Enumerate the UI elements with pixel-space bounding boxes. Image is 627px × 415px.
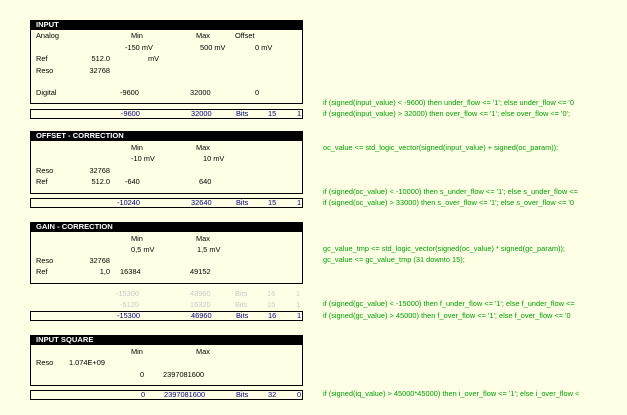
offset-sum-bits: 15 bbox=[268, 198, 277, 207]
square-sum-bits: 32 bbox=[268, 390, 277, 399]
input-analog-offset: 0 mV bbox=[255, 43, 273, 52]
gain-sum-bits-label: Bits bbox=[236, 311, 249, 320]
code-line-offset-underflow: if (signed(oc_value) < -10000) then s_un… bbox=[323, 187, 578, 196]
code-line-offset-overflow: if (signed(oc_value) > 33000) then s_ove… bbox=[323, 198, 574, 207]
offset-min-mv: -10 mV bbox=[131, 154, 155, 163]
offset-col-min: Min bbox=[131, 143, 143, 152]
code-line-gain-overflow: if (signed(gc_value) > 45000) then f_ove… bbox=[323, 311, 571, 320]
input-col-max: Max bbox=[196, 31, 210, 40]
input-header: INPUT bbox=[30, 20, 303, 30]
gain-faded2-bits: 15 bbox=[267, 300, 276, 309]
gain-reso-value: 32768 bbox=[89, 256, 110, 265]
gain-faded2-bits-label: Bits bbox=[235, 300, 248, 309]
offset-digital-min: -640 bbox=[125, 177, 140, 186]
offset-reso-label: Reso bbox=[36, 166, 54, 175]
gain-max-mv: 1,5 mV bbox=[197, 245, 221, 254]
square-sum-max: 2397081600 bbox=[164, 390, 206, 399]
gain-reso-label: Reso bbox=[36, 256, 54, 265]
input-ref-label: Ref bbox=[36, 54, 48, 63]
input-sum-sign: 1 bbox=[297, 109, 302, 118]
gain-sum-bits: 16 bbox=[268, 311, 277, 320]
gain-sum-max: 46960 bbox=[191, 311, 212, 320]
gain-col-min: Min bbox=[131, 234, 143, 243]
offset-sum-min: -10240 bbox=[117, 198, 141, 207]
gain-faded1-bits: 16 bbox=[267, 289, 276, 298]
gain-faded1-bits-label: Bits bbox=[235, 289, 248, 298]
square-sum-bits-label: Bits bbox=[236, 390, 249, 399]
input-sum-min: -9600 bbox=[121, 109, 140, 118]
offset-max-mv: 10 mV bbox=[203, 154, 225, 163]
input-ref-value: 512.0 bbox=[91, 54, 111, 63]
input-sum-max: 32000 bbox=[191, 109, 212, 118]
input-analog-min: -150 mV bbox=[125, 43, 153, 52]
offset-ref-label: Ref bbox=[36, 177, 48, 186]
gain-box bbox=[30, 232, 303, 284]
gain-sum-min: -15300 bbox=[117, 311, 141, 320]
gain-min-mv: 0,5 mV bbox=[131, 245, 155, 254]
input-col-offset: Offset bbox=[235, 31, 255, 40]
code-line-gain-underflow: if (signed(gc_value) < -15000) then f_un… bbox=[323, 299, 575, 308]
gain-digital-min: 16384 bbox=[120, 267, 141, 276]
input-col-min: Min bbox=[131, 31, 143, 40]
square-summary-row: 0 2397081600 Bits 32 0 bbox=[30, 390, 303, 400]
offset-sum-max: 32640 bbox=[191, 198, 212, 207]
gain-faded2-min: -5120 bbox=[120, 300, 139, 309]
square-reso-label: Reso bbox=[36, 358, 54, 367]
offset-sum-bits-label: Bits bbox=[236, 198, 249, 207]
square-header: INPUT SQUARE bbox=[30, 335, 303, 345]
code-line-offset-add: oc_value <= std_logic_vector(signed(inpu… bbox=[323, 143, 559, 152]
gain-faded2-max: 16320 bbox=[190, 300, 211, 309]
gain-faded1-min: -15300 bbox=[116, 289, 140, 298]
code-line-gain-multiply: gc_value_tmp <= std_logic_vector(signed(… bbox=[323, 244, 565, 253]
square-sum-sign: 0 bbox=[297, 390, 302, 399]
gain-faded1-max: 48960 bbox=[190, 289, 211, 298]
gain-sum-sign: 1 bbox=[297, 311, 302, 320]
offset-sum-sign: 1 bbox=[297, 198, 302, 207]
square-reso-value: 1.074E+09 bbox=[69, 358, 105, 367]
input-digital-min: -9600 bbox=[120, 88, 139, 97]
square-row-max: 2397081600 bbox=[163, 370, 205, 379]
gain-col-max: Max bbox=[196, 234, 210, 243]
offset-summary-row: -10240 32640 Bits 15 1 bbox=[30, 198, 303, 208]
input-reso-value: 32768 bbox=[89, 66, 110, 75]
square-sum-min: 0 bbox=[141, 390, 146, 399]
input-digital-offset: 0 bbox=[255, 88, 260, 97]
gain-faded-row-1: -15300 48960 Bits 16 1 bbox=[30, 289, 303, 298]
code-line-square-overflow: if (signed(iq_value) > 45000*45000) then… bbox=[323, 389, 580, 398]
offset-header: OFFSET - CORRECTION bbox=[30, 131, 303, 141]
gain-header: GAIN - CORRECTION bbox=[30, 222, 303, 232]
input-analog-label: Analog bbox=[36, 31, 60, 40]
offset-digital-max: 640 bbox=[199, 177, 212, 186]
square-col-min: Min bbox=[131, 347, 143, 356]
input-sum-bits: 15 bbox=[268, 109, 277, 118]
gain-faded-row-2: -5120 16320 Bits 15 1 bbox=[30, 300, 303, 309]
offset-ref-value: 512.0 bbox=[91, 177, 111, 186]
gain-faded2-sign: 1 bbox=[296, 300, 301, 309]
gain-summary-row: -15300 46960 Bits 16 1 bbox=[30, 311, 303, 321]
code-line-input-underflow: if (signed(input_value) < -9600) then un… bbox=[323, 98, 574, 107]
square-row-min: 0 bbox=[140, 370, 145, 379]
input-digital-label: Digital bbox=[36, 88, 57, 97]
input-digital-max: 32000 bbox=[190, 88, 211, 97]
input-summary-row: -9600 32000 Bits 15 1 bbox=[30, 109, 303, 119]
offset-col-max: Max bbox=[196, 143, 210, 152]
input-ref-unit: mV bbox=[148, 54, 160, 63]
input-reso-label: Reso bbox=[36, 66, 54, 75]
offset-box bbox=[30, 141, 303, 194]
input-sum-bits-label: Bits bbox=[236, 109, 249, 118]
code-line-gain-truncate: gc_value <= gc_value_tmp (31 downto 15); bbox=[323, 255, 465, 264]
gain-faded1-sign: 1 bbox=[296, 289, 301, 298]
input-box bbox=[30, 30, 303, 104]
code-line-input-overflow: if (signed(input_value) > 32000) then ov… bbox=[323, 109, 571, 118]
square-col-max: Max bbox=[196, 347, 210, 356]
gain-digital-max: 49152 bbox=[190, 267, 211, 276]
offset-reso-value: 32768 bbox=[89, 166, 110, 175]
gain-ref-value: 1,0 bbox=[99, 267, 110, 276]
input-analog-max: 500 mV bbox=[200, 43, 226, 52]
gain-ref-label: Ref bbox=[36, 267, 48, 276]
